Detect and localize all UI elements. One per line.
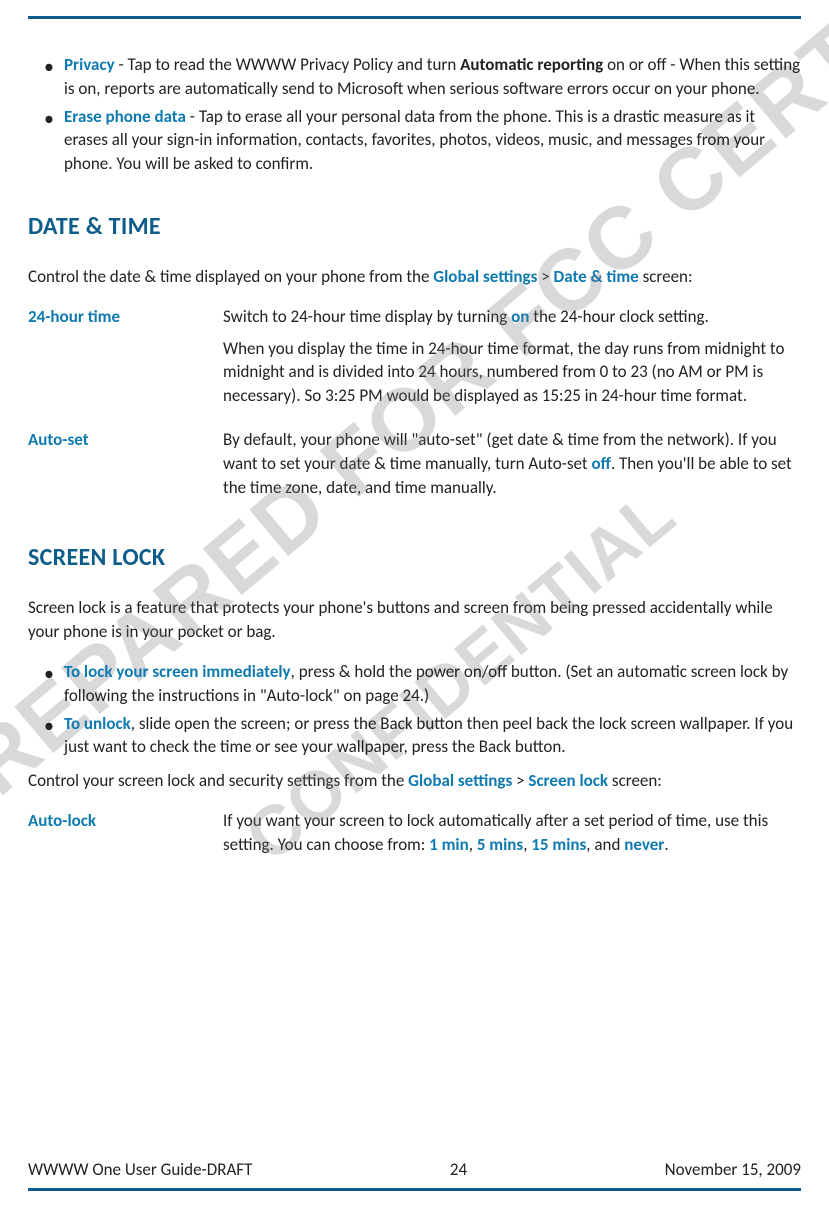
def-row-autoset: Auto-set By default, your phone will "au…: [28, 428, 801, 507]
screen-lock-intro: Screen lock is a feature that protects y…: [28, 596, 801, 644]
intro-sep: >: [537, 266, 553, 287]
footer-left: WWWW One User Guide-DRAFT: [28, 1159, 252, 1180]
def-term: 24-hour time: [28, 305, 223, 416]
opt-1min: 1 min: [429, 834, 469, 855]
control-text: Control your screen lock and security se…: [28, 770, 408, 791]
sep: ,: [469, 834, 477, 855]
link-global-settings: Global settings: [408, 770, 512, 791]
bottom-rule: [28, 1188, 801, 1191]
bullet-mid-bold: Automatic reporting: [460, 54, 603, 75]
def-term: Auto-lock: [28, 809, 223, 865]
control-sep: >: [512, 770, 528, 791]
bullet-lead: Privacy: [64, 54, 115, 75]
bullet-lead: To unlock: [64, 713, 131, 734]
def-bold: on: [511, 306, 529, 327]
opt-5mins: 5 mins: [477, 834, 523, 855]
bullet-text: - Tap to read the WWWW Privacy Policy an…: [115, 54, 460, 75]
def-text-b: the 24-hour clock setting.: [529, 306, 708, 327]
bullet-lead: To lock your screen immediately: [64, 661, 291, 682]
footer-page-number: 24: [450, 1159, 467, 1180]
link-date-time: Date & time: [554, 266, 639, 287]
period: .: [664, 834, 668, 855]
intro-text: Control the date & time displayed on you…: [28, 266, 433, 287]
footer-date: November 15, 2009: [665, 1159, 801, 1180]
opt-15mins: 15 mins: [531, 834, 586, 855]
top-bullet-list: Privacy - Tap to read the WWWW Privacy P…: [28, 53, 801, 176]
bullet-privacy: Privacy - Tap to read the WWWW Privacy P…: [64, 53, 801, 101]
screen-lock-definitions: Auto-lock If you want your screen to loc…: [28, 809, 801, 865]
opt-never: never: [624, 834, 664, 855]
link-screen-lock: Screen lock: [528, 770, 608, 791]
content-area: Privacy - Tap to read the WWWW Privacy P…: [28, 19, 801, 865]
date-time-definitions: 24-hour time Switch to 24-hour time disp…: [28, 305, 801, 508]
screen-lock-control-intro: Control your screen lock and security se…: [28, 769, 801, 793]
date-time-intro: Control the date & time displayed on you…: [28, 265, 801, 289]
def-text: Switch to 24-hour time display by turnin…: [223, 306, 511, 327]
def-row-24hour: 24-hour time Switch to 24-hour time disp…: [28, 305, 801, 416]
heading-date-time: DATE & TIME: [28, 212, 801, 241]
bullet-erase-phone-data: Erase phone data - Tap to erase all your…: [64, 105, 801, 176]
bullet-lead: Erase phone data: [64, 106, 186, 127]
def-bold: off: [591, 453, 610, 474]
control-tail: screen:: [608, 770, 662, 791]
link-global-settings: Global settings: [433, 266, 537, 287]
screen-lock-bullets: To lock your screen immediately, press &…: [28, 660, 801, 759]
bullet-lock-immediately: To lock your screen immediately, press &…: [64, 660, 801, 708]
def-body: If you want your screen to lock automati…: [223, 809, 801, 865]
def-term: Auto-set: [28, 428, 223, 507]
def-text-p2: When you display the time in 24-hour tim…: [223, 337, 801, 408]
sep-and: , and: [586, 834, 624, 855]
page-footer: WWWW One User Guide-DRAFT 24 November 15…: [28, 1159, 801, 1191]
def-body: Switch to 24-hour time display by turnin…: [223, 305, 801, 416]
def-row-autolock: Auto-lock If you want your screen to loc…: [28, 809, 801, 865]
heading-screen-lock: SCREEN LOCK: [28, 543, 801, 572]
bullet-unlock: To unlock, slide open the screen; or pre…: [64, 712, 801, 760]
intro-tail: screen:: [639, 266, 693, 287]
bullet-rest: , slide open the screen; or press the Ba…: [64, 713, 793, 758]
def-body: By default, your phone will "auto-set" (…: [223, 428, 801, 507]
